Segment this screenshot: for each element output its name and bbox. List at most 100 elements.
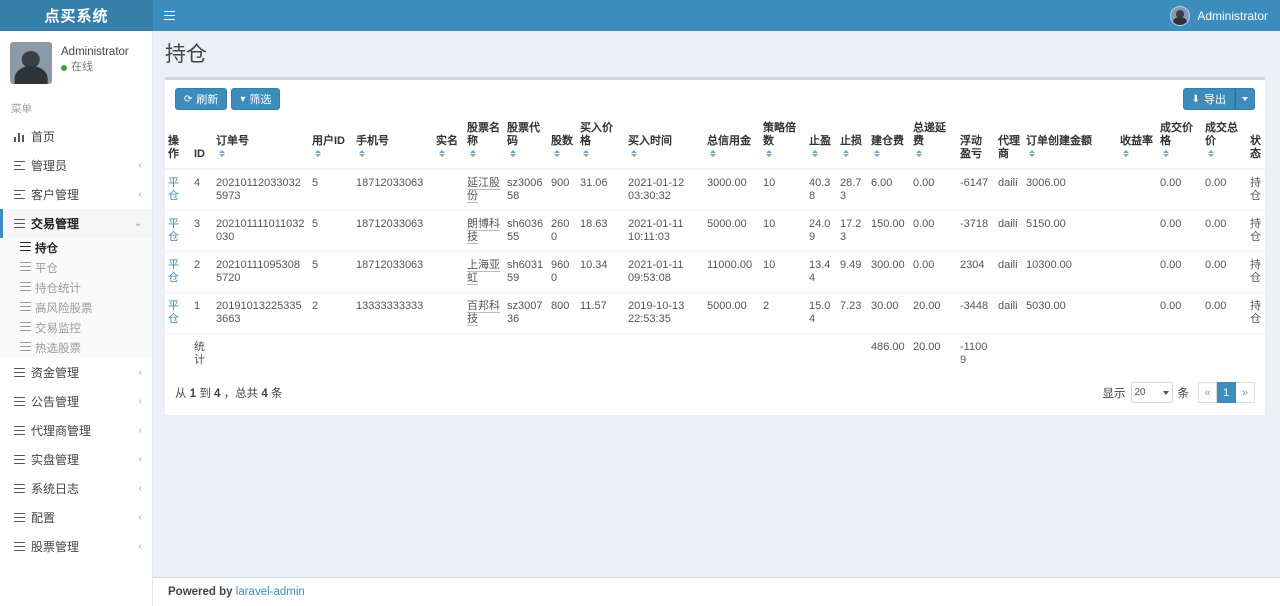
cell-take_profit: 24.09 <box>806 211 837 252</box>
stock-name-link[interactable]: 延江股份 <box>467 177 500 203</box>
sidebar-toggle-button[interactable] <box>153 0 185 31</box>
table-header-order_no[interactable]: 订单号 <box>213 116 309 169</box>
sort-icon[interactable] <box>765 150 772 158</box>
cell-stock_code: sh603159 <box>504 252 548 293</box>
sort-icon[interactable] <box>811 150 818 158</box>
table-header-label: 浮动盈亏 <box>960 135 992 161</box>
table-header-id: ID <box>191 116 213 169</box>
table-header-stock_name[interactable]: 股票名称 <box>464 116 504 169</box>
pager-page-1[interactable]: 1 <box>1217 382 1236 403</box>
sidebar-link-announcements[interactable]: 公告管理 ‹ <box>0 387 152 416</box>
sidebar-link-live-account[interactable]: 实盘管理 ‹ <box>0 445 152 474</box>
sort-icon[interactable] <box>842 150 849 158</box>
total-empty-cell <box>837 334 868 375</box>
table-header-label: 实名 <box>436 135 461 148</box>
cell-stock_name[interactable]: 上海亚虹 <box>464 252 504 293</box>
cell-stock_name[interactable]: 百邦科技 <box>464 293 504 334</box>
grid-table-scroll[interactable]: 操作ID订单号用户ID手机号实名股票名称股票代码股数买入价格买入时间总信用金策略… <box>165 116 1265 374</box>
cell-action[interactable]: 平仓 <box>165 252 191 293</box>
sidebar-link-funds[interactable]: 资金管理 ‹ <box>0 358 152 387</box>
stock-name-link[interactable]: 上海亚虹 <box>467 259 500 285</box>
table-header-stock_code[interactable]: 股票代码 <box>504 116 548 169</box>
sort-icon[interactable] <box>1122 150 1129 158</box>
close-position-link[interactable]: 平仓 <box>168 300 179 325</box>
table-header-stop_loss[interactable]: 止损 <box>837 116 868 169</box>
grid-export-area: ⬇ 导出 <box>1183 88 1255 110</box>
cell-defer_fee: 0.00 <box>910 211 957 252</box>
sort-icon[interactable] <box>873 150 880 158</box>
sidebar-subitem-holdings: 持仓 <box>0 238 152 258</box>
sort-icon[interactable] <box>915 150 922 158</box>
total-empty-cell <box>995 334 1023 375</box>
refresh-button[interactable]: ⟳ 刷新 <box>175 88 227 110</box>
table-header-build_fee[interactable]: 建仓费 <box>868 116 910 169</box>
sidebar-link-stock-management[interactable]: 股票管理 ‹ <box>0 532 152 561</box>
pager-prev-button[interactable]: « <box>1198 382 1217 403</box>
sidebar-link-home[interactable]: 首页 <box>0 122 152 151</box>
sidebar-link-trade[interactable]: 交易管理 ⌄ <box>0 209 152 238</box>
table-header-real_name[interactable]: 实名 <box>433 116 464 169</box>
app-logo[interactable]: 点买系统 <box>0 0 153 31</box>
table-header-defer_fee[interactable]: 总递延费 <box>910 116 957 169</box>
sort-icon[interactable] <box>1207 150 1214 158</box>
sidebar-link-high-risk-stocks[interactable]: 高风险股票 <box>0 298 152 318</box>
filter-button[interactable]: ▾ 筛选 <box>231 88 280 110</box>
sidebar-link-system-log[interactable]: 系统日志 ‹ <box>0 474 152 503</box>
cell-stock_name[interactable]: 延江股份 <box>464 169 504 211</box>
sort-icon[interactable] <box>314 150 321 158</box>
sort-icon[interactable] <box>218 150 225 158</box>
per-page-select[interactable]: 20 <box>1131 382 1173 403</box>
sidebar-link-admin[interactable]: 管理员 ‹ <box>0 151 152 180</box>
sort-icon[interactable] <box>358 150 365 158</box>
table-header-phone[interactable]: 手机号 <box>353 116 433 169</box>
sort-icon[interactable] <box>709 150 716 158</box>
export-dropdown-toggle[interactable] <box>1235 88 1255 110</box>
footer-link[interactable]: laravel-admin <box>236 586 305 598</box>
sort-icon[interactable] <box>630 150 637 158</box>
cell-action[interactable]: 平仓 <box>165 211 191 252</box>
sidebar-link-customer[interactable]: 客户管理 ‹ <box>0 180 152 209</box>
sort-icon[interactable] <box>582 150 589 158</box>
table-header-deal_price[interactable]: 成交价格 <box>1157 116 1202 169</box>
cell-stock_name[interactable]: 朗博科技 <box>464 211 504 252</box>
table-header-shares[interactable]: 股数 <box>548 116 577 169</box>
caret-down-icon <box>1242 97 1248 101</box>
sidebar-link-hot-stocks[interactable]: 热选股票 <box>0 338 152 358</box>
pager-next-button[interactable]: » <box>1236 382 1255 403</box>
sidebar-link-closed[interactable]: 平仓 <box>0 258 152 278</box>
cell-action[interactable]: 平仓 <box>165 169 191 211</box>
sort-icon[interactable] <box>438 150 445 158</box>
sidebar-link-config[interactable]: 配置 ‹ <box>0 503 152 532</box>
sidebar-link-trade-monitor[interactable]: 交易监控 <box>0 318 152 338</box>
sort-icon[interactable] <box>1028 150 1035 158</box>
table-header-user_id[interactable]: 用户ID <box>309 116 353 169</box>
table-header-total_credit[interactable]: 总信用金 <box>704 116 760 169</box>
cell-deal_total: 0.00 <box>1202 252 1247 293</box>
table-header-deal_total[interactable]: 成交总价 <box>1202 116 1247 169</box>
sort-icon[interactable] <box>509 150 516 158</box>
table-header-buy_price[interactable]: 买入价格 <box>577 116 625 169</box>
cell-action[interactable]: 平仓 <box>165 293 191 334</box>
navbar-user-menu[interactable]: Administrator <box>1164 0 1280 31</box>
table-header-order_amount[interactable]: 订单创建金额 <box>1023 116 1117 169</box>
close-position-link[interactable]: 平仓 <box>168 218 179 243</box>
sidebar-link-holdings[interactable]: 持仓 <box>0 238 152 258</box>
close-position-link[interactable]: 平仓 <box>168 177 179 202</box>
table-header-label: 代理商 <box>998 135 1020 161</box>
export-button[interactable]: ⬇ 导出 <box>1183 88 1235 110</box>
table-header-buy_time[interactable]: 买入时间 <box>625 116 704 169</box>
table-header-take_profit[interactable]: 止盈 <box>806 116 837 169</box>
stock-name-link[interactable]: 百邦科技 <box>467 300 500 326</box>
table-header-yield_rate[interactable]: 收益率 <box>1117 116 1157 169</box>
grid-footer: 从 1 到 4 ，总共 4 条 显示 20 条 « <box>165 374 1265 415</box>
sort-icon[interactable] <box>553 150 560 158</box>
stock-name-link[interactable]: 朗博科技 <box>467 218 500 244</box>
sidebar-link-agents[interactable]: 代理商管理 ‹ <box>0 416 152 445</box>
sort-icon[interactable] <box>469 150 476 158</box>
chevron-left-icon: ‹ <box>139 396 142 407</box>
sidebar-link-holding-stats[interactable]: 持仓统计 <box>0 278 152 298</box>
cell-total_credit: 11000.00 <box>704 252 760 293</box>
close-position-link[interactable]: 平仓 <box>168 259 179 284</box>
table-header-leverage[interactable]: 策略倍数 <box>760 116 806 169</box>
sort-icon[interactable] <box>1162 150 1169 158</box>
